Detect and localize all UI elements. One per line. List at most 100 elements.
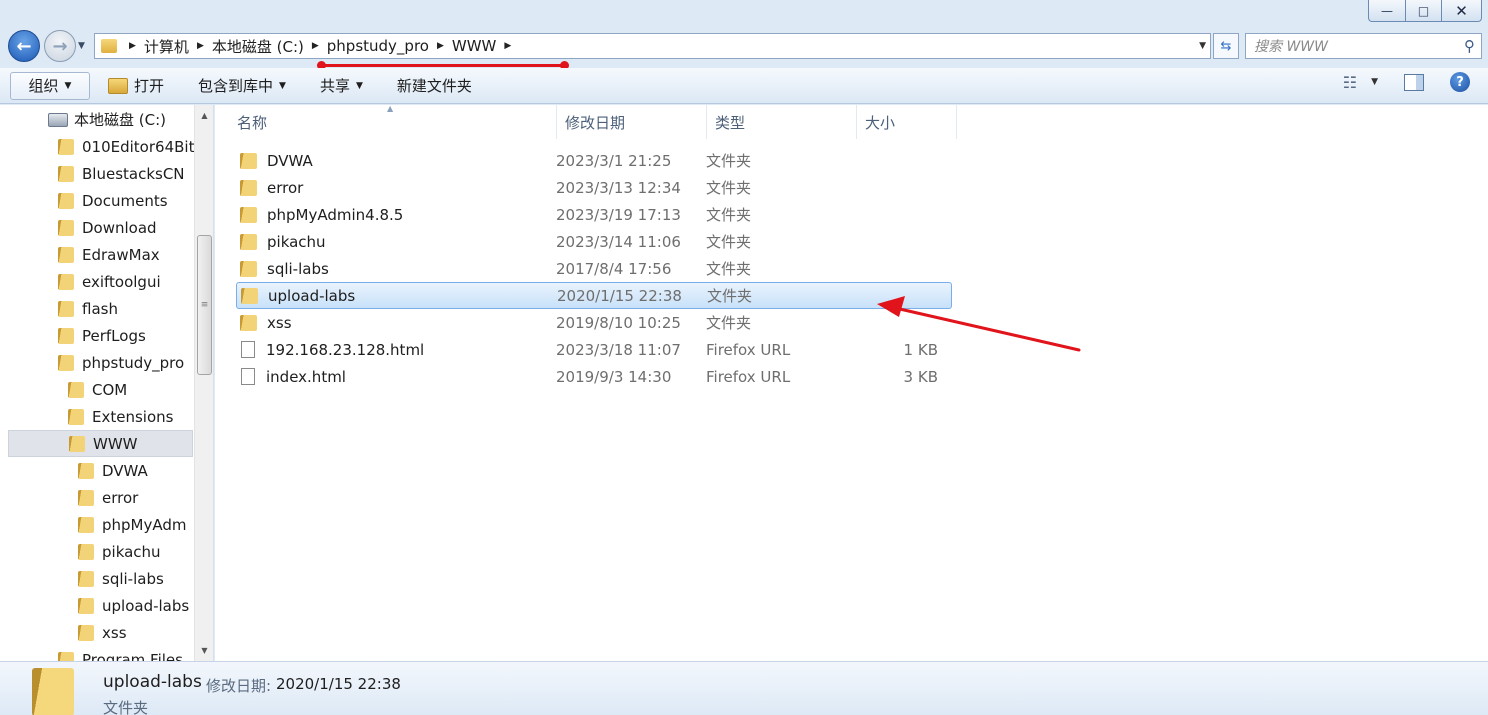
folder-icon: [78, 543, 94, 560]
tree-item-label: exiftoolgui: [82, 272, 161, 291]
maximize-button[interactable]: □: [1406, 0, 1442, 22]
tree-item[interactable]: upload-labs: [78, 592, 189, 619]
tree-item[interactable]: sqli-labs: [78, 565, 164, 592]
include-in-library-button[interactable]: 包含到库中 ▼: [190, 72, 294, 100]
organize-button[interactable]: 组织 ▼: [10, 71, 90, 100]
folder-icon: [69, 435, 85, 452]
toolbar-right: ☷ ▼ ?: [1343, 72, 1470, 92]
tree-item[interactable]: Program Files: [58, 646, 183, 661]
tree-item-label: Documents: [82, 191, 168, 210]
folder-icon: [240, 179, 257, 196]
file-row[interactable]: pikachu 2023/3/14 11:06 文件夹: [236, 228, 952, 255]
file-icon: [241, 341, 255, 358]
file-date: 2017/8/4 17:56: [556, 259, 672, 278]
view-dropdown-icon[interactable]: ▼: [1371, 77, 1378, 87]
chevron-down-icon: ▼: [279, 80, 286, 91]
file-name-cell: 192.168.23.128.html: [236, 341, 556, 359]
minimize-icon: —: [1381, 3, 1393, 18]
refresh-icon: ⇆: [1220, 38, 1232, 54]
navigation-scrollbar[interactable]: ▲ ≡ ▼: [194, 105, 213, 661]
column-name-label: 名称: [237, 113, 268, 132]
tree-item[interactable]: phpstudy_pro: [58, 349, 184, 376]
tree-item[interactable]: COM: [68, 376, 127, 403]
tree-item[interactable]: xss: [78, 619, 127, 646]
search-input[interactable]: 搜索 WWW ⚲: [1245, 33, 1482, 59]
minimize-button[interactable]: —: [1368, 0, 1406, 22]
folder-icon: [78, 516, 94, 533]
file-row[interactable]: phpMyAdmin4.8.5 2023/3/19 17:13 文件夹: [236, 201, 952, 228]
address-bar[interactable]: ▶ 计算机 ▶ 本地磁盘 (C:) ▶ phpstudy_pro ▶ WWW ▶…: [94, 33, 1211, 59]
breadcrumb-separator-icon[interactable]: ▶: [504, 41, 511, 51]
file-type: Firefox URL: [706, 340, 791, 359]
tree-item[interactable]: BluestacksCN: [58, 160, 185, 187]
file-name: DVWA: [267, 151, 313, 170]
file-type: 文件夹: [706, 179, 752, 197]
tree-item[interactable]: exiftoolgui: [58, 268, 161, 295]
tree-item-label: DVWA: [102, 461, 148, 480]
address-history-dropdown-icon[interactable]: ▼: [1199, 41, 1206, 51]
file-name-cell: upload-labs: [237, 287, 557, 305]
refresh-button[interactable]: ⇆: [1213, 33, 1239, 59]
tree-item-label: Extensions: [92, 407, 174, 426]
tree-item[interactable]: Download: [58, 214, 157, 241]
view-options-icon[interactable]: ☷: [1343, 73, 1357, 92]
tree-item[interactable]: flash: [58, 295, 118, 322]
breadcrumb-computer[interactable]: 计算机: [144, 36, 189, 57]
file-row[interactable]: xss 2019/8/10 10:25 文件夹: [236, 309, 952, 336]
preview-pane-icon[interactable]: [1404, 73, 1424, 91]
column-name[interactable]: 名称: [215, 105, 557, 139]
breadcrumb-drive-c[interactable]: 本地磁盘 (C:): [212, 36, 304, 57]
file-name-cell: pikachu: [236, 233, 556, 251]
tree-item-drive-c[interactable]: 本地磁盘 (C:): [48, 106, 166, 133]
back-button[interactable]: ←: [8, 30, 40, 62]
tree-item[interactable]: DVWA: [78, 457, 148, 484]
help-icon[interactable]: ?: [1450, 72, 1470, 92]
tree-item-label: Download: [82, 218, 157, 237]
tree-item[interactable]: 010Editor64Bit: [58, 133, 194, 160]
tree-item[interactable]: EdrawMax: [58, 241, 160, 268]
tree-item[interactable]: PerfLogs: [58, 322, 146, 349]
file-name: 192.168.23.128.html: [266, 340, 425, 359]
breadcrumb-www[interactable]: WWW: [452, 37, 497, 55]
file-row[interactable]: DVWA 2023/3/1 21:25 文件夹: [236, 147, 952, 174]
tree-item[interactable]: Documents: [58, 187, 168, 214]
breadcrumb-separator-icon[interactable]: ▶: [312, 41, 319, 51]
maximize-icon: □: [1417, 3, 1430, 18]
scroll-up-icon[interactable]: ▲: [195, 107, 214, 124]
tree-item[interactable]: Extensions: [68, 403, 173, 430]
share-button[interactable]: 共享 ▼: [312, 72, 371, 100]
file-list-pane: 名称 修改日期 类型 大小 ▲ DVWA 2023/3/1 21:25 文件夹 err…: [215, 104, 1488, 661]
folder-icon: [240, 314, 257, 331]
tree-item[interactable]: WWW: [8, 430, 193, 457]
column-type[interactable]: 类型: [707, 105, 857, 139]
tree-item-label: flash: [82, 299, 118, 318]
column-date[interactable]: 修改日期: [557, 105, 707, 139]
file-row[interactable]: sqli-labs 2017/8/4 17:56 文件夹: [236, 255, 952, 282]
column-size[interactable]: 大小: [857, 105, 957, 139]
sort-ascending-icon: ▲: [387, 104, 394, 113]
breadcrumb-separator-icon[interactable]: ▶: [197, 41, 204, 51]
file-row[interactable]: upload-labs 2020/1/15 22:38 文件夹: [236, 282, 952, 309]
file-row[interactable]: index.html 2019/9/3 14:30 Firefox URL 3 KB: [236, 363, 952, 390]
scrollbar-thumb[interactable]: ≡: [197, 235, 212, 375]
tree-item[interactable]: error: [78, 484, 138, 511]
open-button[interactable]: 打开: [100, 72, 172, 100]
tree-item[interactable]: pikachu: [78, 538, 161, 565]
recent-pages-button[interactable]: ▼: [78, 41, 90, 51]
tree-item-label: phpMyAdm: [102, 515, 187, 534]
tree-item[interactable]: phpMyAdm: [78, 511, 187, 538]
file-size: 1 KB: [903, 340, 938, 359]
new-folder-button[interactable]: 新建文件夹: [389, 72, 480, 100]
search-icon[interactable]: ⚲: [1464, 37, 1475, 55]
breadcrumb-phpstudy-pro[interactable]: phpstudy_pro: [327, 37, 429, 55]
file-row[interactable]: 192.168.23.128.html 2023/3/18 11:07 Firefo…: [236, 336, 952, 363]
red-underline-annotation: [317, 61, 569, 70]
forward-button[interactable]: →: [44, 30, 76, 62]
folder-icon: [240, 206, 257, 223]
breadcrumb-separator-icon[interactable]: ▶: [129, 41, 136, 51]
file-row[interactable]: error 2023/3/13 12:34 文件夹: [236, 174, 952, 201]
breadcrumb-separator-icon[interactable]: ▶: [437, 41, 444, 51]
tree-item-label: EdrawMax: [82, 245, 160, 264]
scroll-down-icon[interactable]: ▼: [195, 642, 214, 659]
close-button[interactable]: ✕: [1442, 0, 1482, 22]
